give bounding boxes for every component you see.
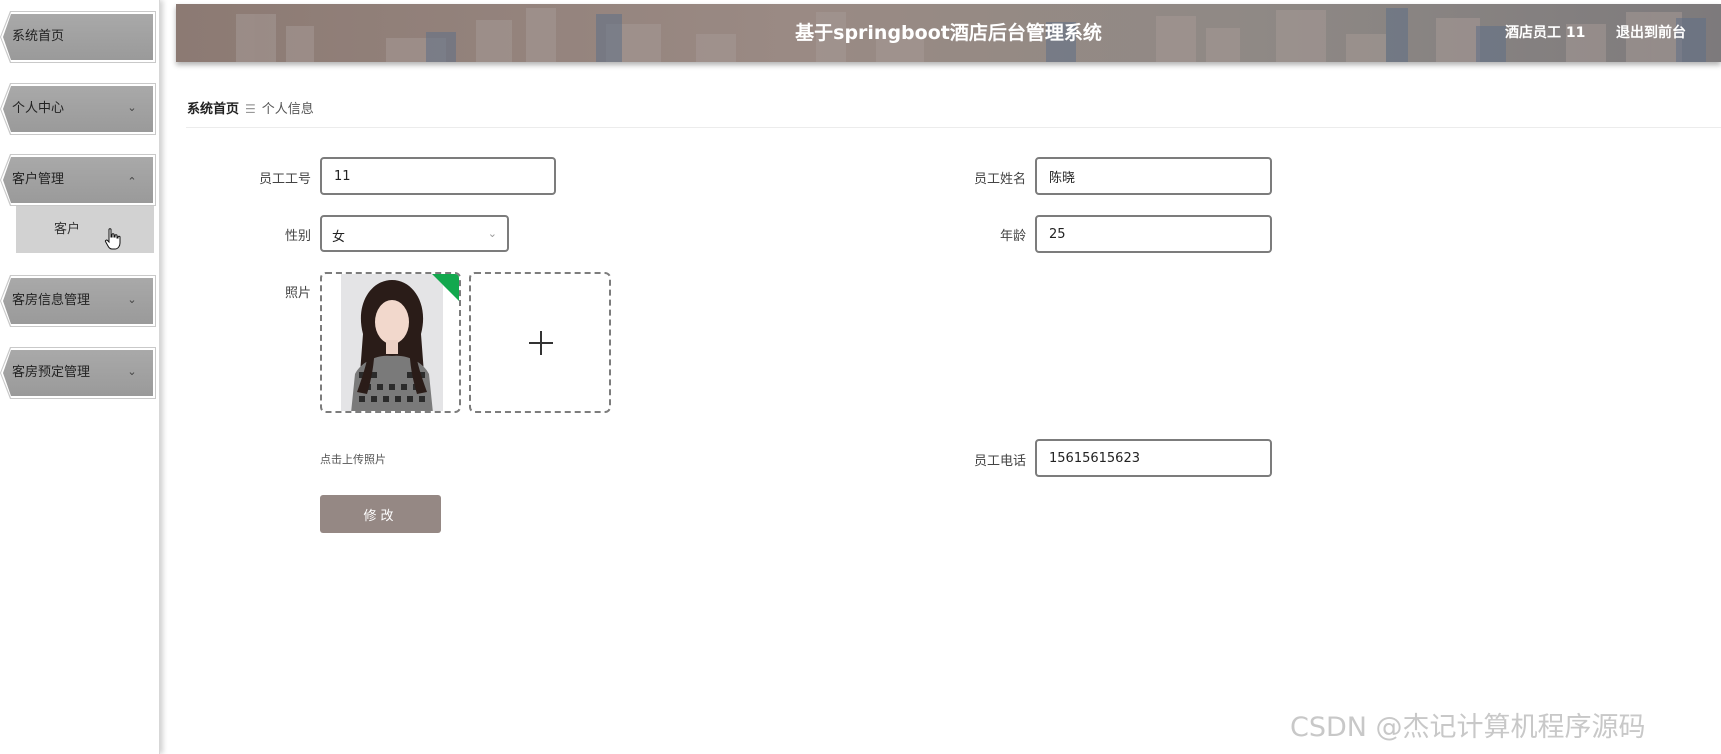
sidebar-subitem-label: 客户 [54, 222, 81, 237]
breadcrumb-separator-icon: ☰ [245, 102, 256, 116]
sidebar-item-home[interactable]: 系统首页 [0, 11, 156, 63]
app-title: 基于springboot酒店后台管理系统 [795, 22, 1102, 44]
hand-cursor-icon [104, 228, 121, 250]
employee-no-label: 员工工号 [258, 172, 311, 187]
uploaded-photo-card[interactable] [320, 272, 461, 413]
sidebar-item-customer-management[interactable]: 客户管理 ⌃ [0, 154, 156, 206]
top-header: 基于springboot酒店后台管理系统 酒店员工 11 退出到前台 [176, 4, 1721, 62]
sidebar-item-personal-center[interactable]: 个人中心 ⌄ [0, 83, 156, 135]
gender-selected-value: 女 [332, 230, 346, 245]
sidebar-item-label: 客户管理 [12, 172, 65, 187]
watermark: CSDN @杰记计算机程序源码 [1290, 712, 1646, 743]
phone-label: 员工电话 [973, 454, 1026, 469]
sidebar: 系统首页 个人中心 ⌄ 客户管理 ⌃ 客户 客房信息管理 ⌄ 客房预定管理 ⌄ [0, 0, 160, 754]
breadcrumb-divider [186, 127, 1721, 128]
chevron-down-icon: ⌄ [127, 293, 137, 306]
employee-photo [341, 274, 443, 411]
modify-button[interactable]: 修改 [320, 495, 441, 533]
current-user: 酒店员工 11 [1505, 25, 1586, 41]
employee-name-input[interactable] [1035, 157, 1272, 195]
breadcrumb: 系统首页 ☰ 个人信息 [187, 98, 314, 117]
sidebar-item-room-info-management[interactable]: 客房信息管理 ⌄ [0, 275, 156, 327]
gender-select[interactable]: 女 ⌄ [320, 215, 509, 252]
employee-name-label: 员工姓名 [973, 172, 1026, 187]
breadcrumb-current: 个人信息 [261, 102, 314, 117]
sidebar-item-label: 系统首页 [12, 29, 65, 44]
sidebar-item-label: 客房信息管理 [12, 293, 91, 308]
chevron-down-icon: ⌄ [487, 227, 497, 240]
exit-to-frontend-link[interactable]: 退出到前台 [1616, 22, 1686, 42]
age-input[interactable] [1035, 215, 1272, 253]
sidebar-item-room-booking-management[interactable]: 客房预定管理 ⌄ [0, 347, 156, 399]
photo-label: 照片 [284, 286, 311, 301]
phone-input[interactable] [1035, 439, 1272, 477]
gender-label: 性别 [284, 229, 311, 244]
employee-no-input[interactable] [320, 157, 556, 195]
sidebar-item-label: 个人中心 [12, 101, 65, 116]
chevron-up-icon: ⌃ [127, 175, 137, 188]
chevron-down-icon: ⌄ [127, 365, 137, 378]
photo-upload-button[interactable] [469, 272, 611, 413]
breadcrumb-home[interactable]: 系统首页 [187, 102, 239, 117]
chevron-down-icon: ⌄ [127, 101, 137, 114]
age-label: 年龄 [999, 229, 1026, 244]
sidebar-subitem-customer[interactable]: 客户 [16, 206, 154, 253]
upload-tip: 点击上传照片 [320, 453, 386, 466]
sidebar-item-label: 客房预定管理 [12, 365, 91, 380]
